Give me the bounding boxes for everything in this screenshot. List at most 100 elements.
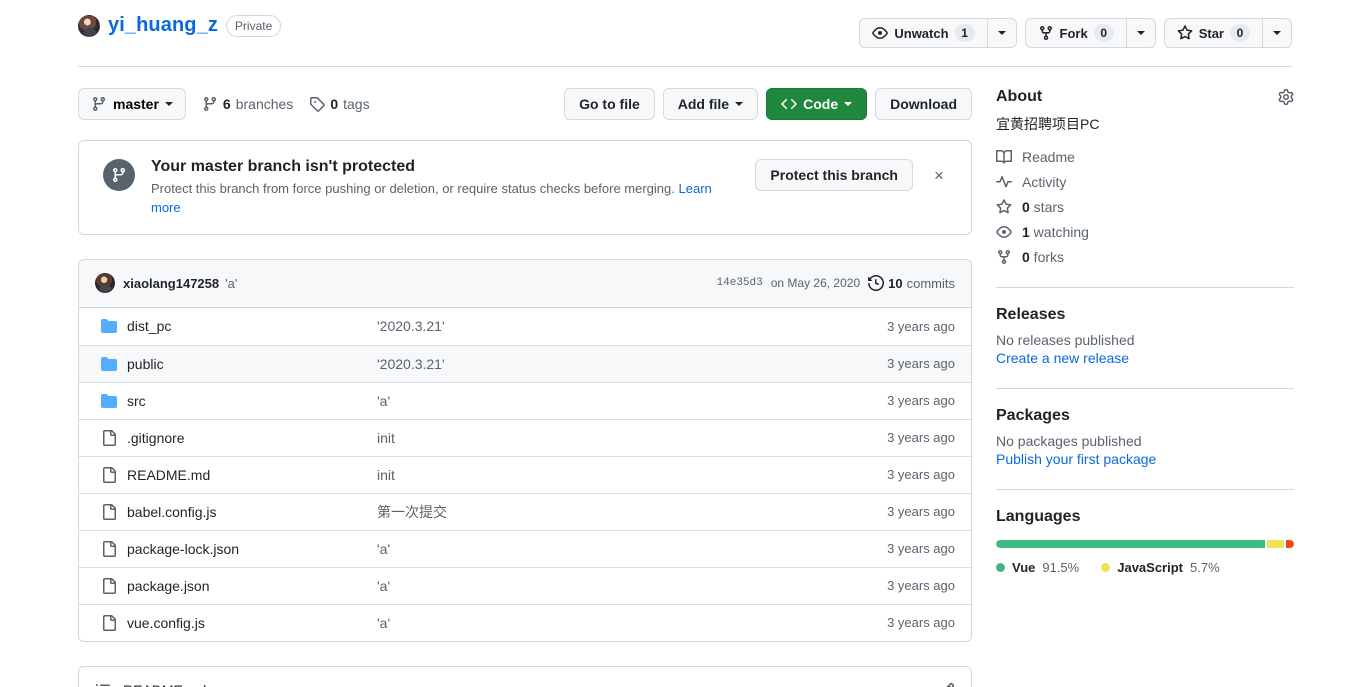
file-name-link[interactable]: vue.config.js bbox=[127, 615, 205, 631]
folder-icon bbox=[101, 318, 117, 334]
commits-link[interactable]: 10 commits bbox=[868, 275, 955, 292]
file-commit-time: 3 years ago bbox=[887, 504, 955, 520]
commit-sha[interactable]: 14e35d3 bbox=[717, 277, 763, 289]
sidebar-item-watching[interactable]: 1 watching bbox=[996, 224, 1294, 240]
file-commit-message[interactable]: init bbox=[375, 467, 845, 483]
file-commit-message[interactable]: init bbox=[375, 430, 845, 446]
sidebar-item-readme[interactable]: Readme bbox=[996, 149, 1294, 165]
file-icon bbox=[101, 466, 117, 483]
file-name-link[interactable]: package-lock.json bbox=[127, 541, 239, 557]
table-row[interactable]: README.md init 3 years ago bbox=[79, 455, 971, 493]
publish-package-link[interactable]: Publish your first package bbox=[996, 451, 1156, 467]
file-commit-message[interactable]: 'a' bbox=[375, 578, 845, 594]
list-unordered-icon[interactable] bbox=[95, 682, 111, 687]
language-name: Vue bbox=[1012, 560, 1036, 575]
watch-dropdown-button[interactable] bbox=[987, 18, 1017, 48]
unwatch-label: Unwatch bbox=[894, 25, 949, 41]
readme-title: README.md bbox=[123, 682, 206, 687]
close-icon[interactable]: × bbox=[929, 165, 949, 185]
fork-button[interactable]: Fork 0 bbox=[1024, 18, 1127, 48]
add-file-label: Add file bbox=[677, 96, 730, 112]
owner-avatar[interactable] bbox=[78, 14, 100, 37]
branch-icon bbox=[91, 96, 107, 112]
pencil-icon[interactable] bbox=[939, 682, 955, 687]
file-name-cell: README.md bbox=[95, 466, 375, 483]
language-legend-item[interactable]: JavaScript 5.7% bbox=[1101, 560, 1220, 575]
file-commit-message[interactable]: '2020.3.21' bbox=[375, 356, 845, 372]
sidebar-item-activity[interactable]: Activity bbox=[996, 174, 1294, 190]
repository-page: yi_huang_z Private Unwatch 1 Fork 0 Star… bbox=[0, 0, 1364, 687]
branch-selector-button[interactable]: master bbox=[78, 88, 186, 120]
file-actions: Go to file Add file Code Download bbox=[564, 88, 972, 120]
header-divider bbox=[78, 66, 1292, 67]
file-commit-message[interactable]: 'a' bbox=[375, 541, 845, 557]
commit-message[interactable]: 'a' bbox=[225, 276, 237, 291]
table-row[interactable]: package-lock.json 'a' 3 years ago bbox=[79, 529, 971, 567]
commit-author-avatar[interactable] bbox=[95, 273, 115, 294]
sidebar-item-forks[interactable]: 0 forks bbox=[996, 249, 1294, 265]
create-release-link[interactable]: Create a new release bbox=[996, 350, 1129, 366]
releases-heading: Releases bbox=[996, 306, 1066, 323]
file-name-link[interactable]: public bbox=[127, 356, 164, 372]
go-to-file-button[interactable]: Go to file bbox=[564, 88, 655, 120]
main-column: master 6 branches 0 tags Go to file Add … bbox=[78, 88, 972, 687]
chevron-down-icon bbox=[997, 31, 1006, 35]
table-row[interactable]: src 'a' 3 years ago bbox=[79, 381, 971, 419]
sidebar-item-count: 1 watching bbox=[1022, 224, 1089, 240]
pulse-icon bbox=[996, 174, 1012, 190]
table-row[interactable]: .gitignore init 3 years ago bbox=[79, 418, 971, 456]
file-commit-time: 3 years ago bbox=[887, 578, 955, 594]
file-name-cell: vue.config.js bbox=[95, 614, 375, 631]
language-segment[interactable] bbox=[996, 540, 1266, 548]
branches-link[interactable]: 6 branches bbox=[202, 96, 293, 112]
file-icon bbox=[101, 577, 117, 594]
commit-author-name[interactable]: xiaolang147258 bbox=[123, 276, 219, 291]
file-name-link[interactable]: dist_pc bbox=[127, 318, 171, 334]
sidebar-divider bbox=[996, 287, 1294, 288]
add-file-button[interactable]: Add file bbox=[662, 88, 759, 120]
file-commit-message[interactable]: '2020.3.21' bbox=[375, 318, 845, 334]
star-button[interactable]: Star 0 bbox=[1163, 18, 1263, 48]
download-button[interactable]: Download bbox=[875, 88, 972, 120]
branch-toolbar: master 6 branches 0 tags Go to file Add … bbox=[78, 88, 972, 120]
table-row[interactable]: public '2020.3.21' 3 years ago bbox=[79, 344, 971, 382]
file-commit-message[interactable]: 'a' bbox=[375, 615, 845, 631]
sidebar-item-count: 0 stars bbox=[1022, 199, 1065, 215]
file-commit-message[interactable]: 第一次提交 bbox=[375, 502, 845, 522]
latest-commit-header: xiaolang147258 'a' 14e35d3 on May 26, 20… bbox=[79, 259, 971, 308]
protect-branch-button[interactable]: Protect this branch bbox=[755, 159, 913, 191]
table-row[interactable]: vue.config.js 'a' 3 years ago bbox=[79, 603, 971, 641]
folder-icon bbox=[101, 393, 117, 409]
sidebar-item-stars[interactable]: 0 stars bbox=[996, 199, 1294, 215]
file-name-link[interactable]: package.json bbox=[127, 578, 210, 594]
file-list: dist_pc '2020.3.21' 3 years ago public '2020… bbox=[79, 308, 971, 641]
unwatch-button[interactable]: Unwatch 1 bbox=[859, 18, 988, 48]
sidebar-divider bbox=[996, 489, 1294, 490]
table-row[interactable]: babel.config.js 第一次提交 3 years ago bbox=[79, 492, 971, 530]
language-segment[interactable] bbox=[1285, 540, 1294, 548]
gear-icon[interactable] bbox=[1278, 89, 1294, 105]
fork-dropdown-button[interactable] bbox=[1126, 18, 1156, 48]
file-commit-message[interactable]: 'a' bbox=[375, 393, 845, 409]
file-name-link[interactable]: babel.config.js bbox=[127, 504, 217, 520]
file-name-link[interactable]: README.md bbox=[127, 467, 210, 483]
code-button[interactable]: Code bbox=[766, 88, 868, 120]
tags-link[interactable]: 0 tags bbox=[309, 96, 370, 112]
fork-button-group: Fork 0 bbox=[1024, 18, 1156, 48]
file-name-link[interactable]: src bbox=[127, 393, 146, 409]
table-row[interactable]: package.json 'a' 3 years ago bbox=[79, 566, 971, 604]
sidebar-divider bbox=[996, 388, 1294, 389]
language-percent: 5.7% bbox=[1190, 560, 1220, 575]
file-name-link[interactable]: .gitignore bbox=[127, 430, 185, 446]
file-commit-time: 3 years ago bbox=[887, 318, 955, 334]
banner-title: Your master branch isn't protected bbox=[151, 158, 416, 175]
table-row[interactable]: dist_pc '2020.3.21' 3 years ago bbox=[79, 308, 971, 345]
file-name-cell: src bbox=[95, 393, 375, 409]
language-legend-item[interactable]: Vue 91.5% bbox=[996, 560, 1079, 575]
releases-empty-text: No releases published bbox=[996, 332, 1135, 348]
star-dropdown-button[interactable] bbox=[1263, 18, 1292, 48]
language-segment[interactable] bbox=[1267, 540, 1284, 548]
repository-name-link[interactable]: yi_huang_z bbox=[108, 14, 218, 37]
file-name-cell: package-lock.json bbox=[95, 540, 375, 557]
fork-count: 0 bbox=[1093, 24, 1114, 42]
